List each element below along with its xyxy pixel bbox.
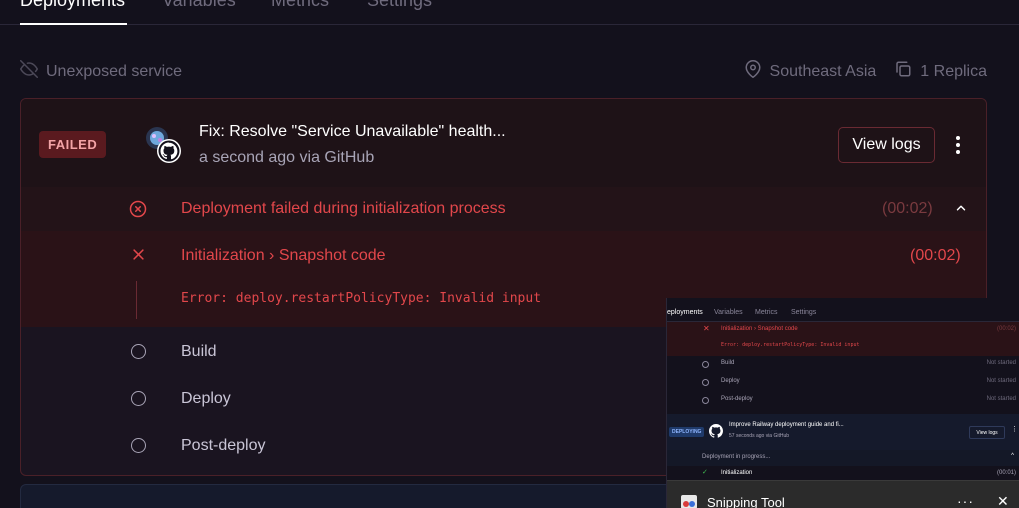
error-message: Error: deploy.restartPolicyType: Invalid… [181, 291, 542, 306]
initialization-title: Initialization › Snapshot code [181, 247, 386, 264]
failure-duration: (00:02) [882, 200, 933, 217]
preview-step-label: Post-deploy [721, 396, 753, 402]
initialization-duration: (00:02) [910, 247, 961, 264]
tab-settings[interactable]: Settings [367, 0, 432, 11]
preview-init-time: (00:01) [996, 470, 1016, 476]
pending-circle-icon [702, 379, 709, 386]
preview-step-state: Not started [986, 396, 1016, 402]
close-icon [131, 247, 146, 267]
deployment-header: FAILED Fix: Resolve "Service Unavailable… [21, 99, 986, 187]
preview-commit-subtitle: 57 seconds ago via GitHub [729, 433, 790, 439]
avatar [143, 125, 183, 165]
pending-circle-icon [702, 397, 709, 404]
preview-error-block: ✕ Initialization › Snapshot code (00:02)… [667, 322, 1019, 356]
preview-step-label: Deploy [721, 378, 740, 384]
commit-subtitle: a second ago via GitHub [199, 149, 375, 166]
pending-circle-icon [702, 361, 709, 368]
preview-view-logs-button: View logs [969, 426, 1005, 439]
replica-info: 1 Replica [894, 60, 987, 83]
preview-tab: eployments [667, 309, 703, 316]
region-info: Southeast Asia [744, 60, 877, 83]
step-connector-line [136, 281, 137, 319]
pending-circle-icon [131, 391, 146, 406]
preview-step: Post-deploy Not started [667, 393, 1019, 409]
step-label: Post-deploy [181, 437, 266, 454]
pending-circle-icon [131, 344, 146, 359]
preview-deploying-card: DEPLOYING Improve Railway deployment gui… [667, 414, 1019, 450]
preview-tab-bar: eployments Variables Metrics Settings [667, 298, 1019, 322]
step-label: Deploy [181, 390, 231, 407]
step-label: Build [181, 343, 217, 360]
github-icon [709, 424, 724, 443]
replica-label: 1 Replica [920, 62, 987, 80]
preview-error-text: Error: deploy.restartPolicyType: Invalid… [721, 342, 860, 348]
preview-init-label: Initialization [721, 470, 753, 476]
tab-deployments[interactable]: Deployments [20, 0, 125, 11]
close-icon[interactable]: ✕ [997, 493, 1009, 508]
snipping-tool-name: Snipping Tool [707, 495, 785, 508]
map-pin-icon [744, 60, 762, 83]
region-label: Southeast Asia [769, 62, 877, 80]
snipping-tool-titlebar[interactable]: Snipping Tool ··· ✕ [667, 480, 1019, 508]
preview-tab: Settings [791, 309, 817, 316]
active-tab-indicator [20, 23, 127, 25]
commit-title[interactable]: Fix: Resolve "Service Unavailable" healt… [199, 123, 506, 141]
preview-step: Deploy Not started [667, 375, 1019, 391]
preview-progress-text: Deployment in progress... [702, 454, 771, 460]
more-options-icon[interactable]: ··· [957, 493, 974, 508]
check-icon: ✓ [702, 469, 708, 476]
failure-message: Deployment failed during initialization … [181, 200, 506, 217]
more-options-icon[interactable] [949, 132, 967, 158]
copy-icon [894, 60, 912, 83]
preview-tab: Metrics [755, 309, 778, 316]
preview-progress-row: Deployment in progress... ^ [667, 450, 1019, 466]
pending-circle-icon [131, 438, 146, 453]
status-badge: FAILED [39, 131, 107, 158]
preview-error-time: (00:02) [996, 326, 1016, 332]
preview-status-badge: DEPLOYING [669, 427, 705, 437]
eye-off-icon [20, 60, 38, 83]
snipping-tool-icon [681, 495, 697, 508]
service-meta-row: Unexposed service Southeast Asia 1 Repli… [20, 58, 987, 82]
preview-tab: Variables [714, 309, 743, 316]
more-options-icon: ⋮ [1011, 426, 1018, 433]
tab-variables[interactable]: Variables [162, 0, 236, 11]
error-circle-icon [129, 200, 147, 223]
preview-error-title: Initialization › Snapshot code [721, 326, 798, 332]
close-icon: ✕ [703, 324, 710, 333]
chevron-up-icon: ^ [1011, 453, 1014, 459]
preview-step-label: Build [721, 360, 735, 366]
tab-metrics[interactable]: Metrics [271, 0, 329, 11]
preview-step: Build Not started [667, 357, 1019, 373]
view-logs-button[interactable]: View logs [838, 127, 935, 163]
preview-commit-title: Improve Railway deployment guide and fi.… [729, 422, 844, 428]
exposure-label: Unexposed service [46, 62, 183, 80]
chevron-up-icon[interactable] [954, 201, 968, 220]
snipping-tool-preview[interactable]: eployments Variables Metrics Settings ✕ … [666, 298, 1019, 508]
preview-step-state: Not started [986, 360, 1016, 366]
preview-step-state: Not started [986, 378, 1016, 384]
tab-bar: Deployments Variables Metrics Settings [0, 0, 1019, 25]
deployment-failure-row[interactable]: Deployment failed during initialization … [21, 187, 986, 231]
